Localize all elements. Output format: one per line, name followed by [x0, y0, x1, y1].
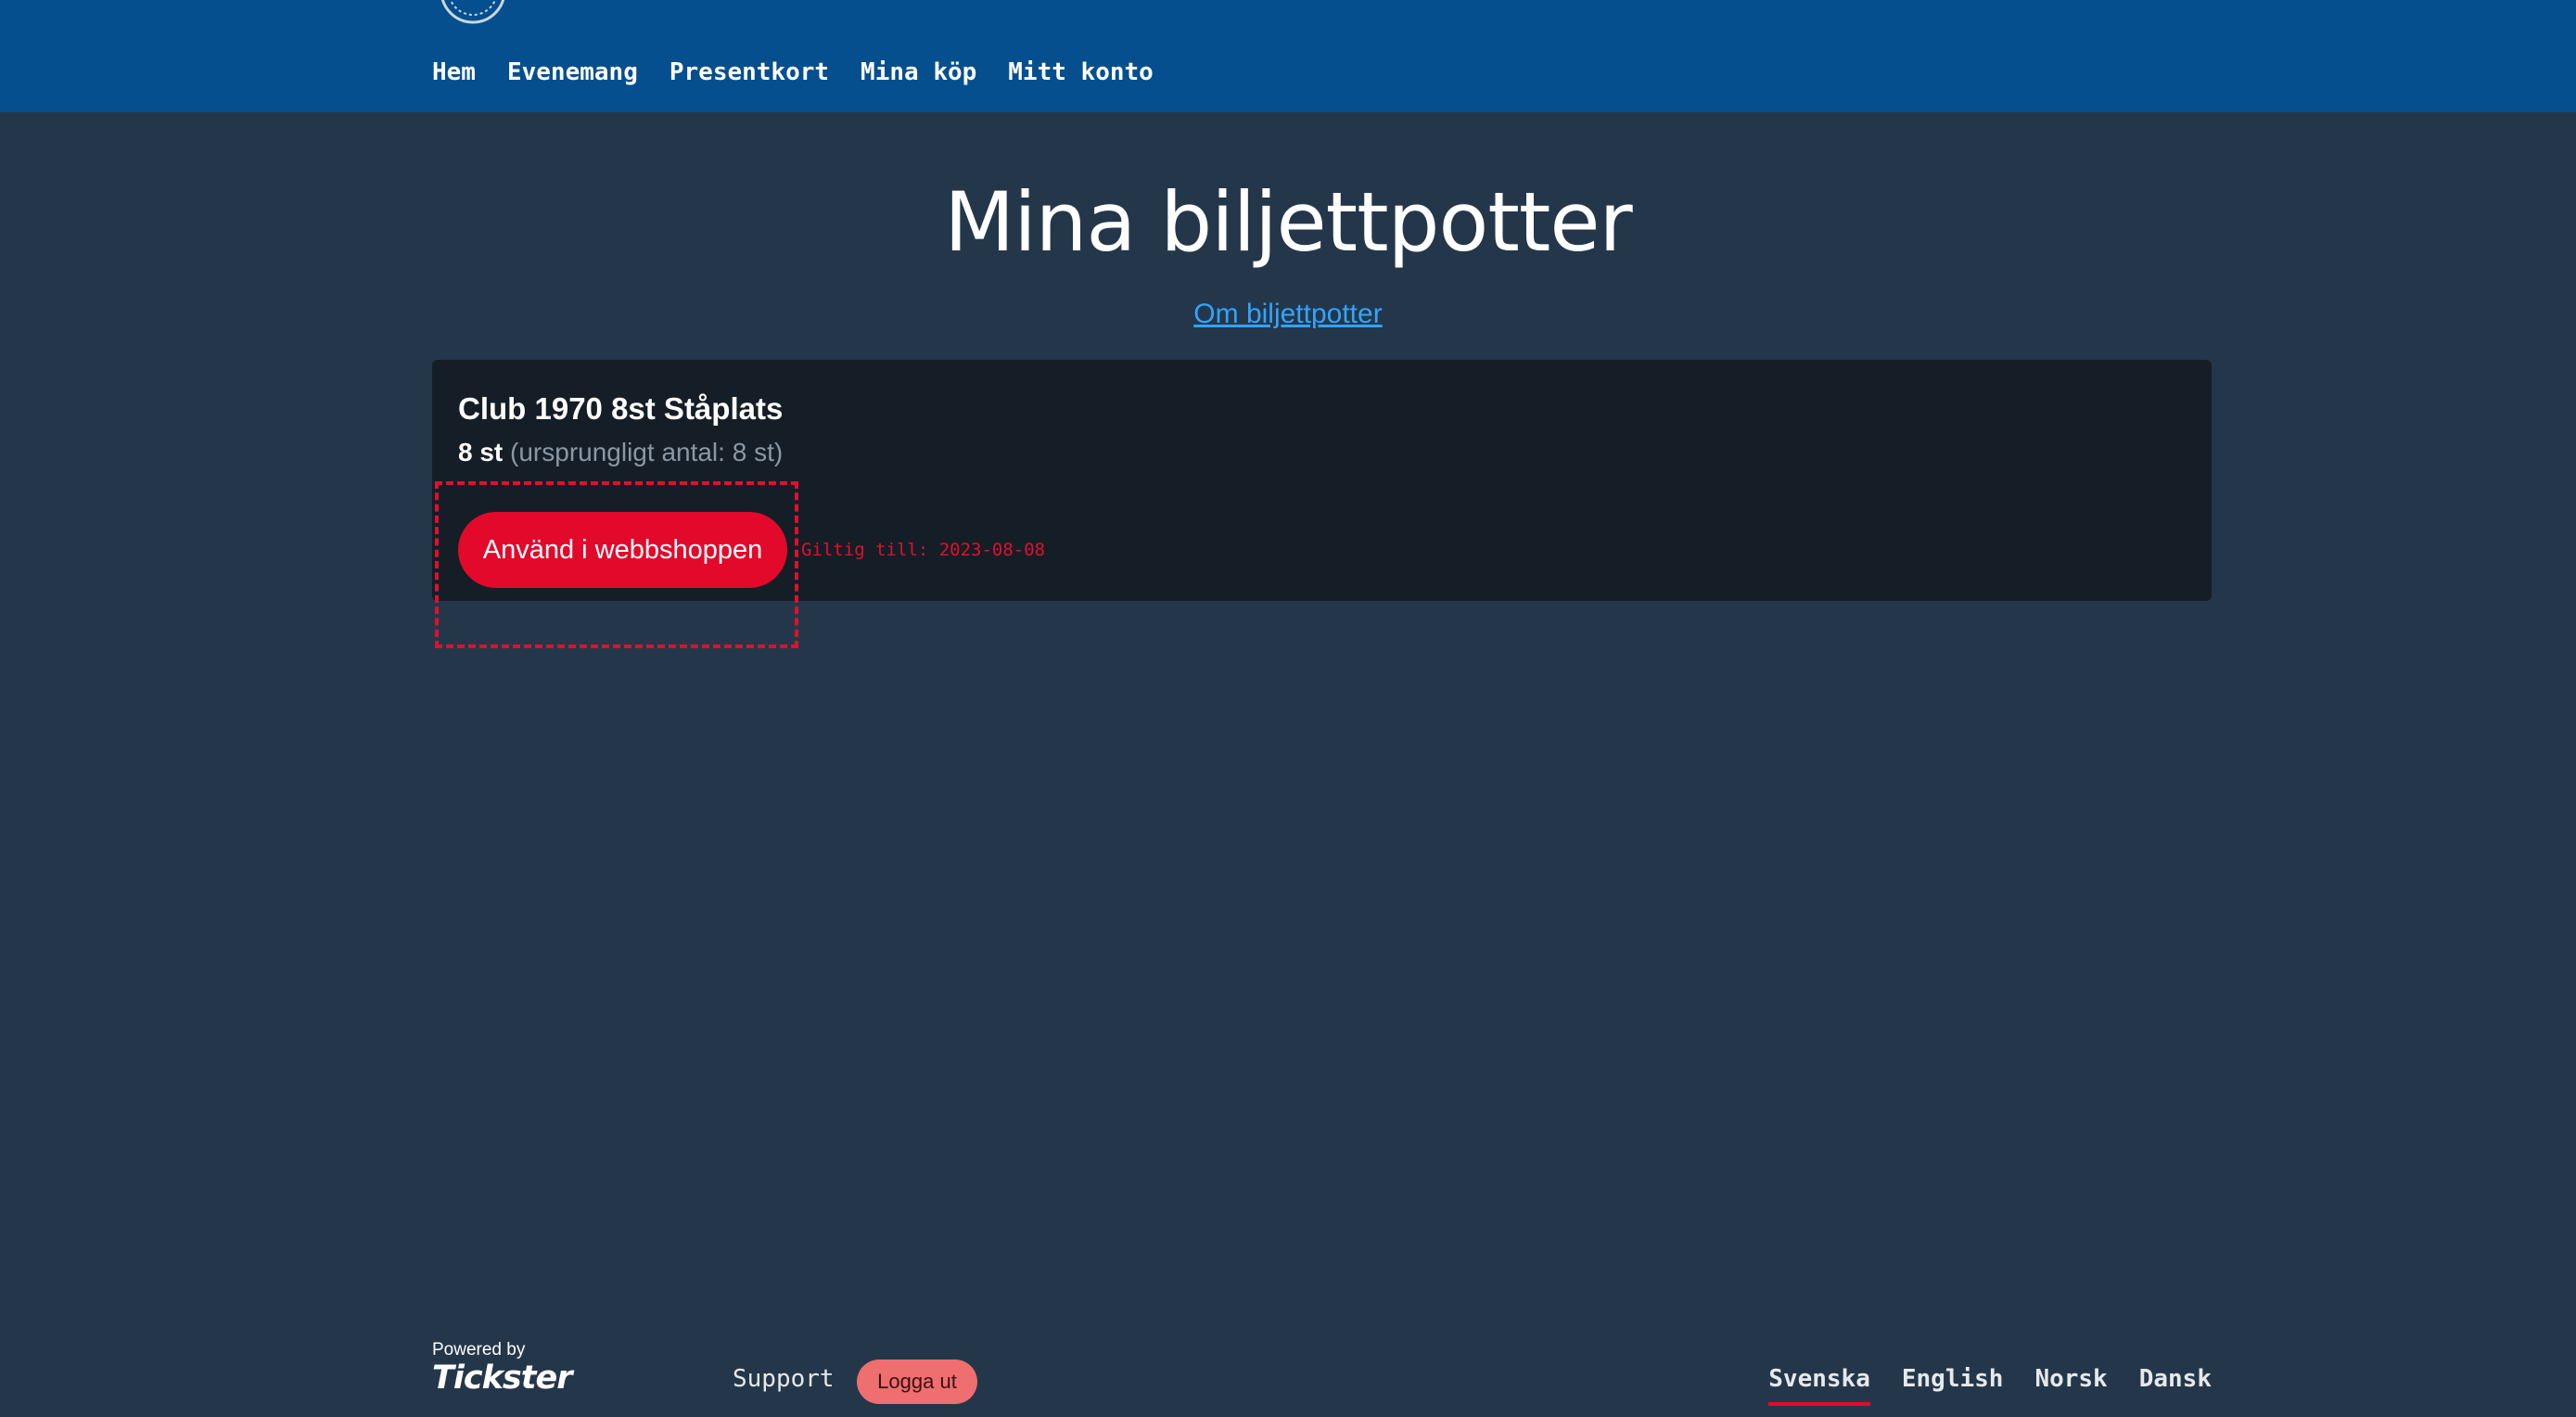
lang-dansk[interactable]: Dansk	[2139, 1365, 2212, 1406]
ticket-pot-title: Club 1970 8st Ståplats	[458, 391, 784, 426]
nav-mitt-konto[interactable]: Mitt konto	[1008, 58, 1154, 86]
ticket-pot-original-count: (ursprungligt antal: 8 st)	[510, 438, 784, 466]
use-in-webshop-button[interactable]: Använd i webbshoppen	[458, 512, 787, 588]
lang-svenska[interactable]: Svenska	[1768, 1365, 1870, 1406]
nav-presentkort[interactable]: Presentkort	[670, 58, 829, 86]
about-link-wrapper: Om biljettpotter	[0, 299, 2576, 330]
page-title: Mina biljettpotter	[944, 174, 1632, 270]
nav-evenemang[interactable]: Evenemang	[507, 58, 638, 86]
about-ticket-pots-link[interactable]: Om biljettpotter	[1193, 299, 1382, 329]
nav-mina-kop[interactable]: Mina köp	[861, 58, 976, 86]
ticket-pot-count: 8 st	[458, 438, 504, 466]
club-logo-icon[interactable]	[432, 0, 514, 24]
language-selector: Svenska English Norsk Dansk	[1768, 1365, 2212, 1406]
nav-hem[interactable]: Hem	[432, 58, 476, 86]
main-nav: Hem Evenemang Presentkort Mina köp Mitt …	[432, 54, 1154, 91]
powered-by-label: Powered by	[432, 1340, 526, 1360]
support-link[interactable]: Support	[733, 1365, 835, 1393]
tickster-logo[interactable]: Tickster	[432, 1360, 572, 1397]
lang-english[interactable]: English	[1902, 1365, 2004, 1406]
site-header: Hem Evenemang Presentkort Mina köp Mitt …	[0, 0, 2576, 112]
logout-button[interactable]: Logga ut	[857, 1360, 977, 1404]
valid-until-text: Giltig till: 2023-08-08	[801, 540, 1046, 560]
lang-norsk[interactable]: Norsk	[2034, 1365, 2107, 1406]
ticket-pot-quantity: 8 st (ursprungligt antal: 8 st)	[458, 438, 783, 467]
